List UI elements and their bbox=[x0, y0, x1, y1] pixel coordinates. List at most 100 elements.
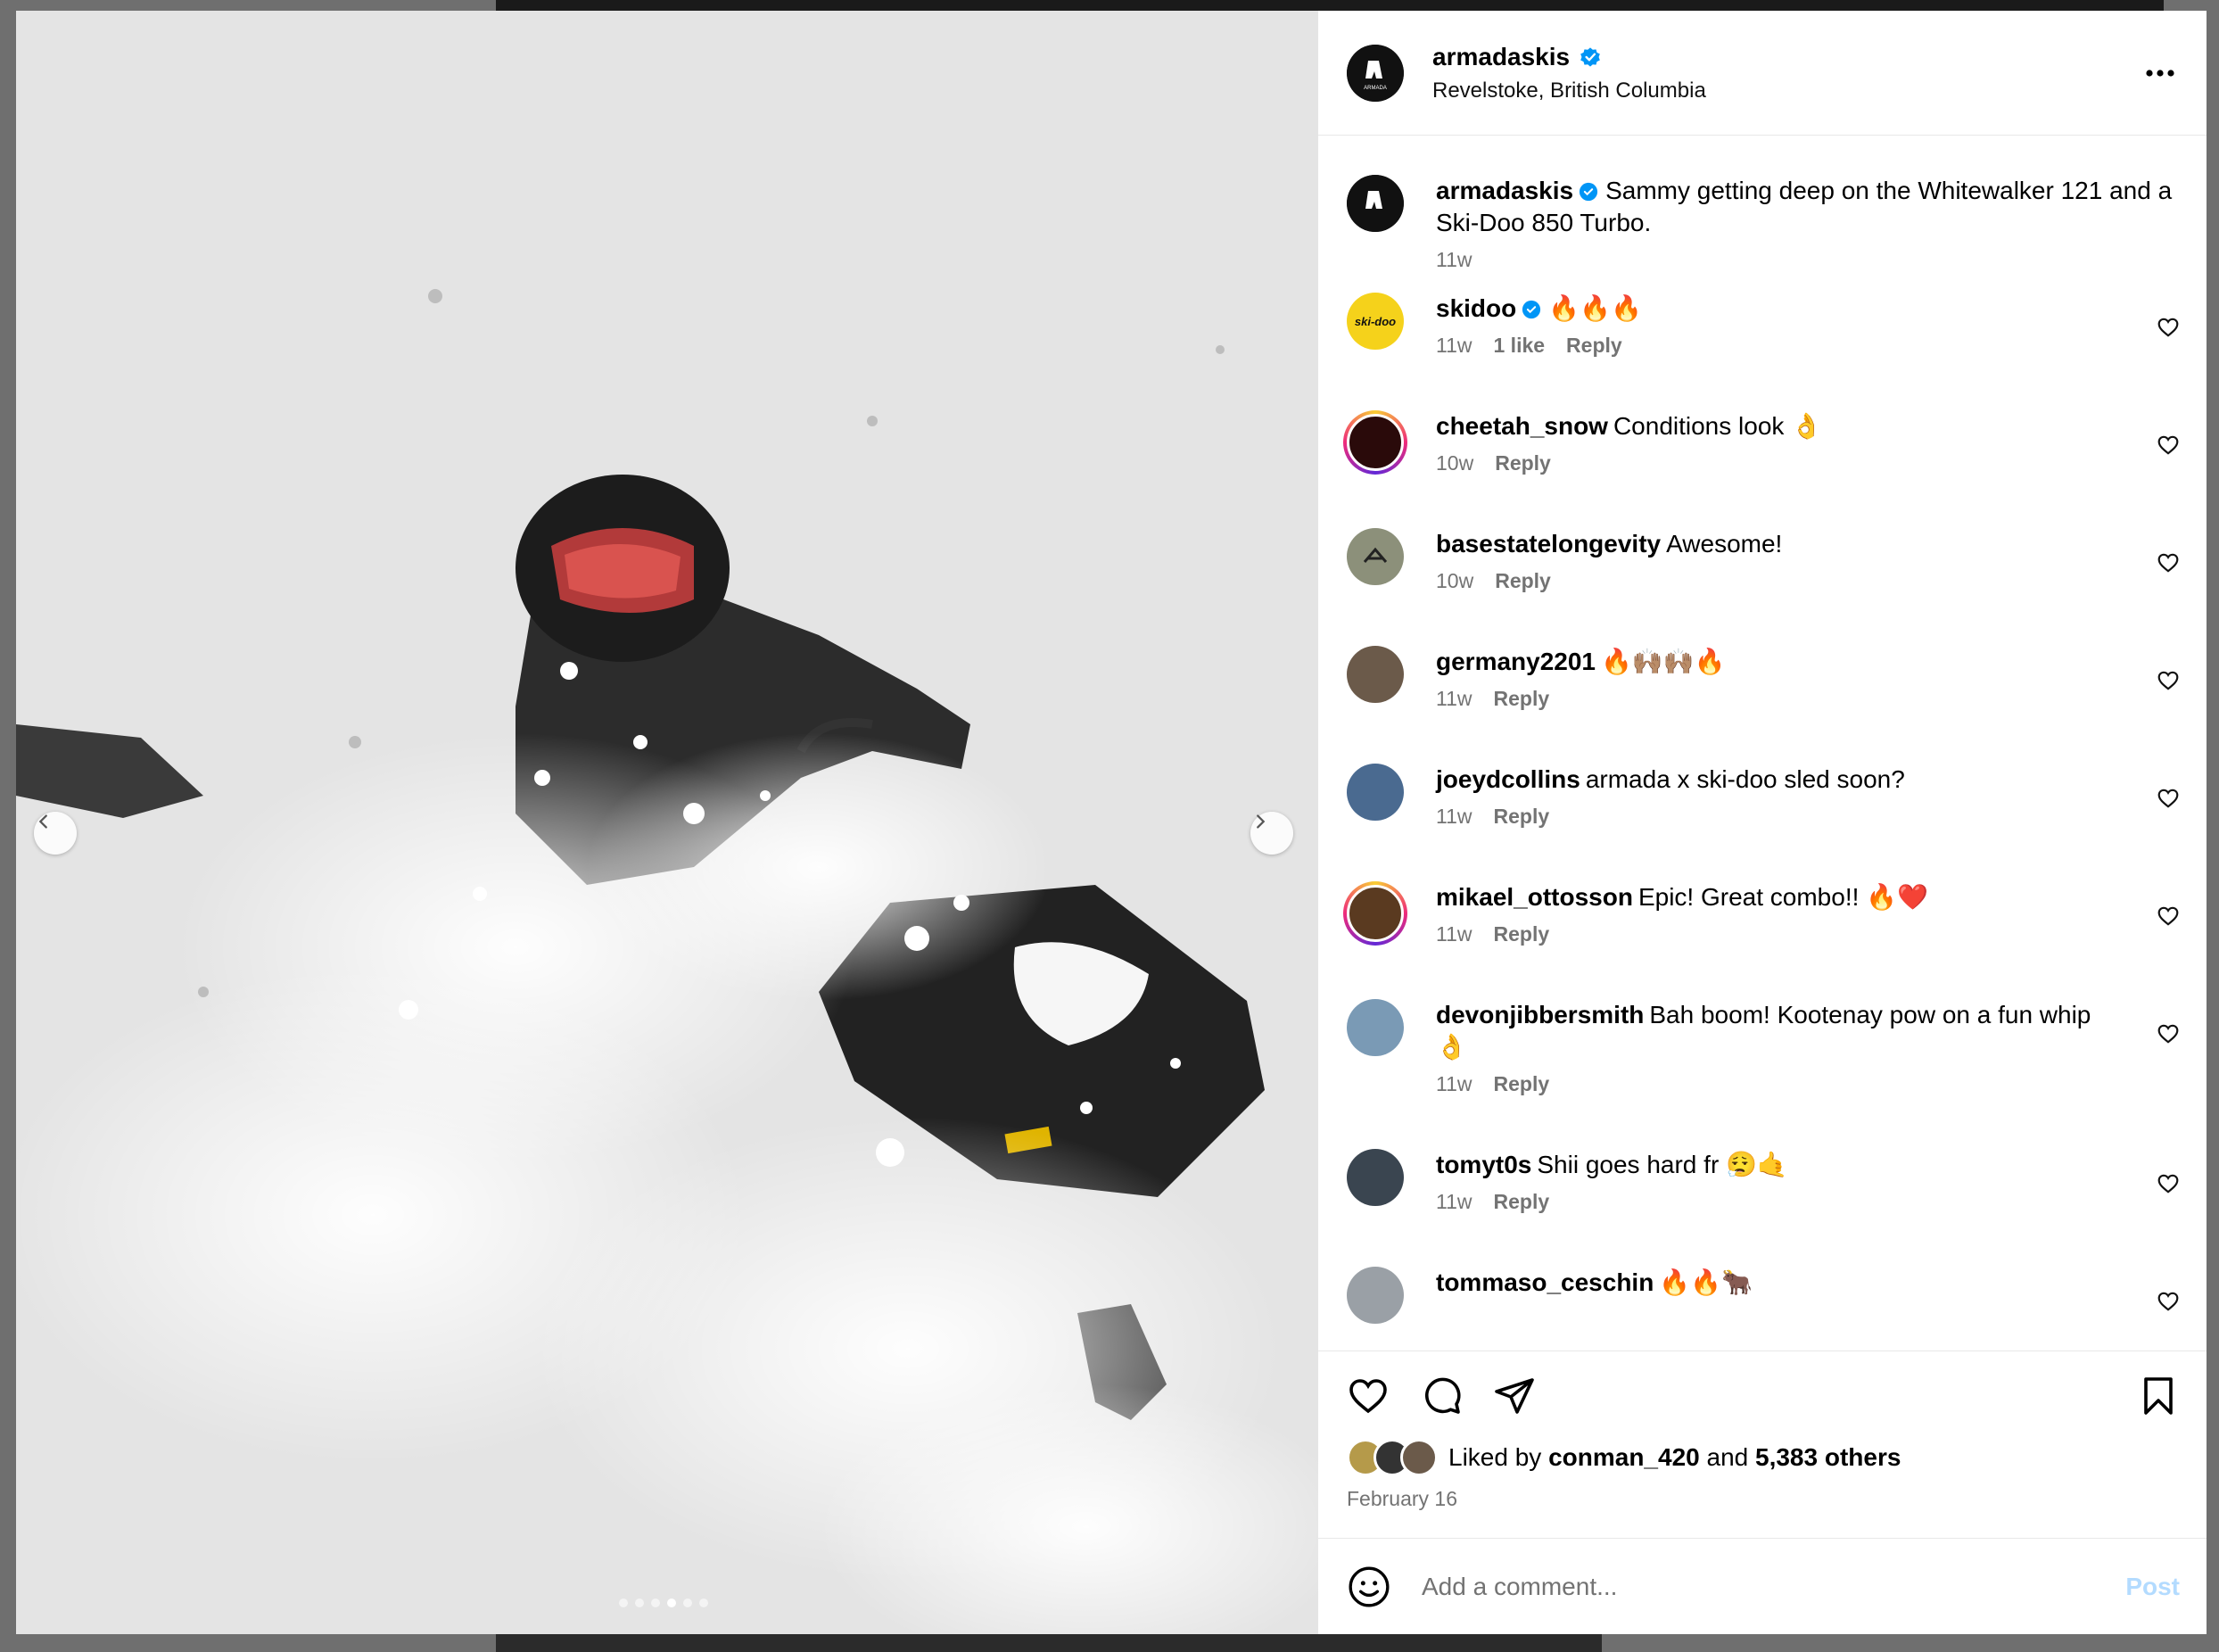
armada-logo-icon bbox=[1347, 175, 1404, 232]
post-author-username[interactable]: armadaskis bbox=[1432, 43, 1570, 71]
more-options-button[interactable] bbox=[2141, 54, 2180, 93]
likes-others[interactable]: 5,383 others bbox=[1755, 1443, 1901, 1472]
more-horizontal-icon bbox=[2146, 69, 2174, 77]
comment-username[interactable]: germany2201 bbox=[1436, 648, 1596, 675]
avatar[interactable] bbox=[1347, 528, 1404, 585]
comment-text: 🔥🔥🔥 bbox=[1548, 294, 1642, 322]
post-actions: Liked by conman_420 and 5,383 others Feb… bbox=[1318, 1351, 2207, 1538]
emoji-icon[interactable] bbox=[1347, 1565, 1391, 1609]
comment-username[interactable]: tommaso_ceschin bbox=[1436, 1268, 1654, 1296]
avatar bbox=[1347, 414, 1404, 471]
comment-bubble-icon[interactable] bbox=[1420, 1375, 1463, 1417]
reply-button[interactable]: Reply bbox=[1494, 1190, 1550, 1214]
avatar-story-ring[interactable] bbox=[1343, 881, 1407, 946]
comment-like-icon[interactable] bbox=[2157, 1172, 2180, 1195]
comment-time: 11w bbox=[1436, 334, 1472, 357]
reply-button[interactable]: Reply bbox=[1566, 334, 1622, 358]
carousel-next-button[interactable] bbox=[1250, 812, 1293, 855]
reply-button[interactable]: Reply bbox=[1494, 922, 1550, 946]
post-location[interactable]: Revelstoke, British Columbia bbox=[1432, 78, 2141, 103]
backdrop-grid-bottom bbox=[496, 1632, 1602, 1652]
comment-text: Awesome! bbox=[1666, 530, 1783, 558]
comment-text: 🔥🔥🐂 bbox=[1659, 1268, 1753, 1296]
carousel-dot bbox=[619, 1598, 628, 1607]
carousel-dot bbox=[699, 1598, 708, 1607]
comment-item: tommaso_ceschin 🔥🔥🐂 bbox=[1347, 1267, 2180, 1338]
comment-time: 11w bbox=[1436, 687, 1472, 710]
comment-like-icon[interactable] bbox=[2157, 316, 2180, 339]
avatar[interactable] bbox=[1347, 1267, 1404, 1324]
bookmark-icon[interactable] bbox=[2137, 1375, 2180, 1417]
avatar[interactable] bbox=[1347, 1149, 1404, 1206]
comment-text: Shii goes hard fr 😮‍💨🤙 bbox=[1537, 1151, 1788, 1178]
comment-username[interactable]: tomyt0s bbox=[1436, 1151, 1531, 1178]
svg-text:ski-doo: ski-doo bbox=[1355, 315, 1396, 328]
comment-item: tomyt0s Shii goes hard fr 😮‍💨🤙 11w Reply bbox=[1347, 1149, 2180, 1267]
liker-username[interactable]: conman_420 bbox=[1548, 1443, 1700, 1472]
comment-item: ski-doo skidoo 🔥🔥🔥 11w 1 like Reply bbox=[1347, 293, 2180, 410]
chevron-left-icon bbox=[38, 814, 47, 829]
basestate-logo-icon bbox=[1363, 547, 1388, 563]
comment-likes[interactable]: 1 like bbox=[1494, 334, 1546, 358]
comment-like-icon[interactable] bbox=[2157, 551, 2180, 574]
comment-time: 11w bbox=[1436, 1190, 1472, 1213]
verified-badge-icon bbox=[1580, 46, 1600, 67]
avatar bbox=[1347, 885, 1404, 942]
post-caption: armadaskis Sammy getting deep on the Whit… bbox=[1347, 175, 2180, 293]
comment-time: 11w bbox=[1436, 922, 1472, 946]
comment-username[interactable]: joeydcollins bbox=[1436, 765, 1580, 793]
avatar[interactable] bbox=[1347, 764, 1404, 821]
post-header: ARMADA armadaskis Revelstoke, British Co… bbox=[1318, 11, 2207, 136]
verified-badge-icon bbox=[1580, 182, 1598, 202]
comment-item: germany2201 🔥🙌🏽🙌🏽🔥 11w Reply bbox=[1347, 646, 2180, 764]
post-media[interactable] bbox=[16, 11, 1318, 1634]
caption-time: 11w bbox=[1436, 248, 1472, 271]
likes-summary[interactable]: Liked by conman_420 and 5,383 others bbox=[1347, 1439, 2180, 1476]
comment-username[interactable]: skidoo bbox=[1436, 294, 1516, 322]
avatar[interactable] bbox=[1347, 999, 1404, 1056]
comment-username[interactable]: cheetah_snow bbox=[1436, 412, 1608, 440]
comment-time: 10w bbox=[1436, 451, 1474, 475]
carousel-prev-button[interactable] bbox=[34, 812, 77, 855]
comment-time: 11w bbox=[1436, 805, 1472, 828]
reply-button[interactable]: Reply bbox=[1494, 687, 1550, 711]
carousel-dot-active bbox=[667, 1598, 676, 1607]
reply-button[interactable]: Reply bbox=[1495, 569, 1551, 593]
reply-button[interactable]: Reply bbox=[1494, 805, 1550, 829]
carousel-dot bbox=[635, 1598, 644, 1607]
comment-like-icon[interactable] bbox=[2157, 669, 2180, 692]
post-side-panel: ARMADA armadaskis Revelstoke, British Co… bbox=[1318, 11, 2207, 1634]
avatar[interactable] bbox=[1347, 175, 1404, 232]
avatar[interactable]: ski-doo bbox=[1347, 293, 1404, 350]
armada-logo-icon: ARMADA bbox=[1347, 44, 1404, 102]
comments-list[interactable]: armadaskis Sammy getting deep on the Whit… bbox=[1318, 136, 2207, 1351]
comment-item: joeydcollins armada x ski-doo sled soon? … bbox=[1347, 764, 2180, 881]
post-date[interactable]: February 16 bbox=[1347, 1487, 2180, 1511]
comment-like-icon[interactable] bbox=[2157, 1022, 2180, 1045]
comment-username[interactable]: basestatelongevity bbox=[1436, 530, 1661, 558]
avatar-story-ring[interactable] bbox=[1343, 410, 1407, 475]
comment-text: Epic! Great combo!! 🔥❤️ bbox=[1637, 883, 1928, 911]
comment-like-icon[interactable] bbox=[2157, 904, 2180, 928]
comment-like-icon[interactable] bbox=[2157, 1290, 2180, 1313]
comment-like-icon[interactable] bbox=[2157, 787, 2180, 810]
avatar[interactable]: ARMADA bbox=[1347, 44, 1404, 102]
skidoo-logo-icon: ski-doo bbox=[1355, 315, 1396, 328]
post-comment-button[interactable]: Post bbox=[2125, 1573, 2180, 1601]
comment-text: 🔥🙌🏽🙌🏽🔥 bbox=[1601, 648, 1726, 675]
share-send-icon[interactable] bbox=[1493, 1375, 1536, 1417]
reply-button[interactable]: Reply bbox=[1494, 1072, 1550, 1096]
comment-time: 10w bbox=[1436, 569, 1474, 592]
avatar[interactable] bbox=[1347, 646, 1404, 703]
comment-item: devonjibbersmith Bah boom! Kootenay pow o… bbox=[1347, 999, 2180, 1149]
comment-username[interactable]: mikael_ottosson bbox=[1436, 883, 1633, 911]
reply-button[interactable]: Reply bbox=[1495, 451, 1551, 475]
comment-text: Conditions look 👌 bbox=[1613, 412, 1823, 440]
verified-badge-icon bbox=[1522, 300, 1541, 319]
like-heart-icon[interactable] bbox=[1347, 1375, 1390, 1417]
caption-username[interactable]: armadaskis bbox=[1436, 177, 1573, 204]
comment-time: 11w bbox=[1436, 1072, 1472, 1095]
comment-input[interactable] bbox=[1420, 1571, 2126, 1602]
comment-like-icon[interactable] bbox=[2157, 434, 2180, 457]
comment-username[interactable]: devonjibbersmith bbox=[1436, 1001, 1644, 1028]
